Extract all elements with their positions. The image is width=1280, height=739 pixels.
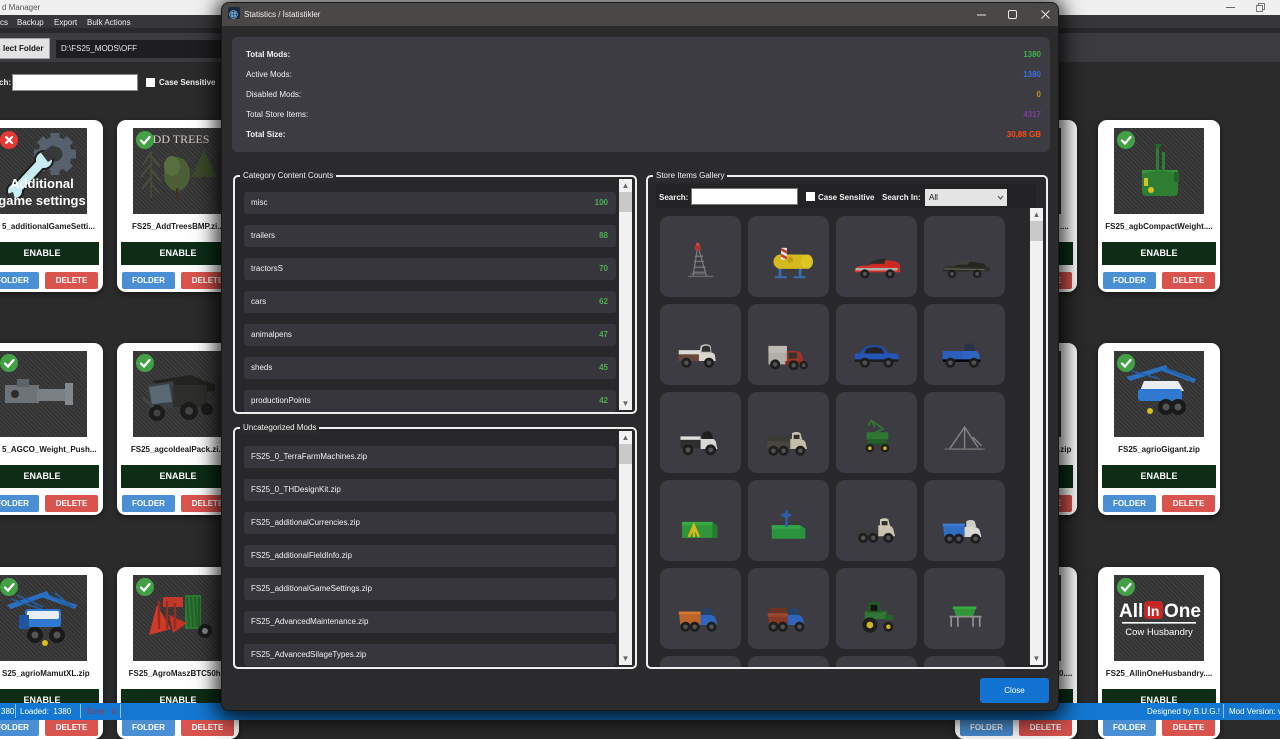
svg-text:game settings: game settings bbox=[0, 193, 86, 208]
svg-text:One: One bbox=[1164, 601, 1201, 622]
svg-text:In: In bbox=[1147, 603, 1159, 619]
svg-text:All: All bbox=[1119, 601, 1143, 622]
svg-text:Cow Husbandry: Cow Husbandry bbox=[1125, 627, 1193, 638]
svg-text:Additional: Additional bbox=[10, 176, 74, 191]
